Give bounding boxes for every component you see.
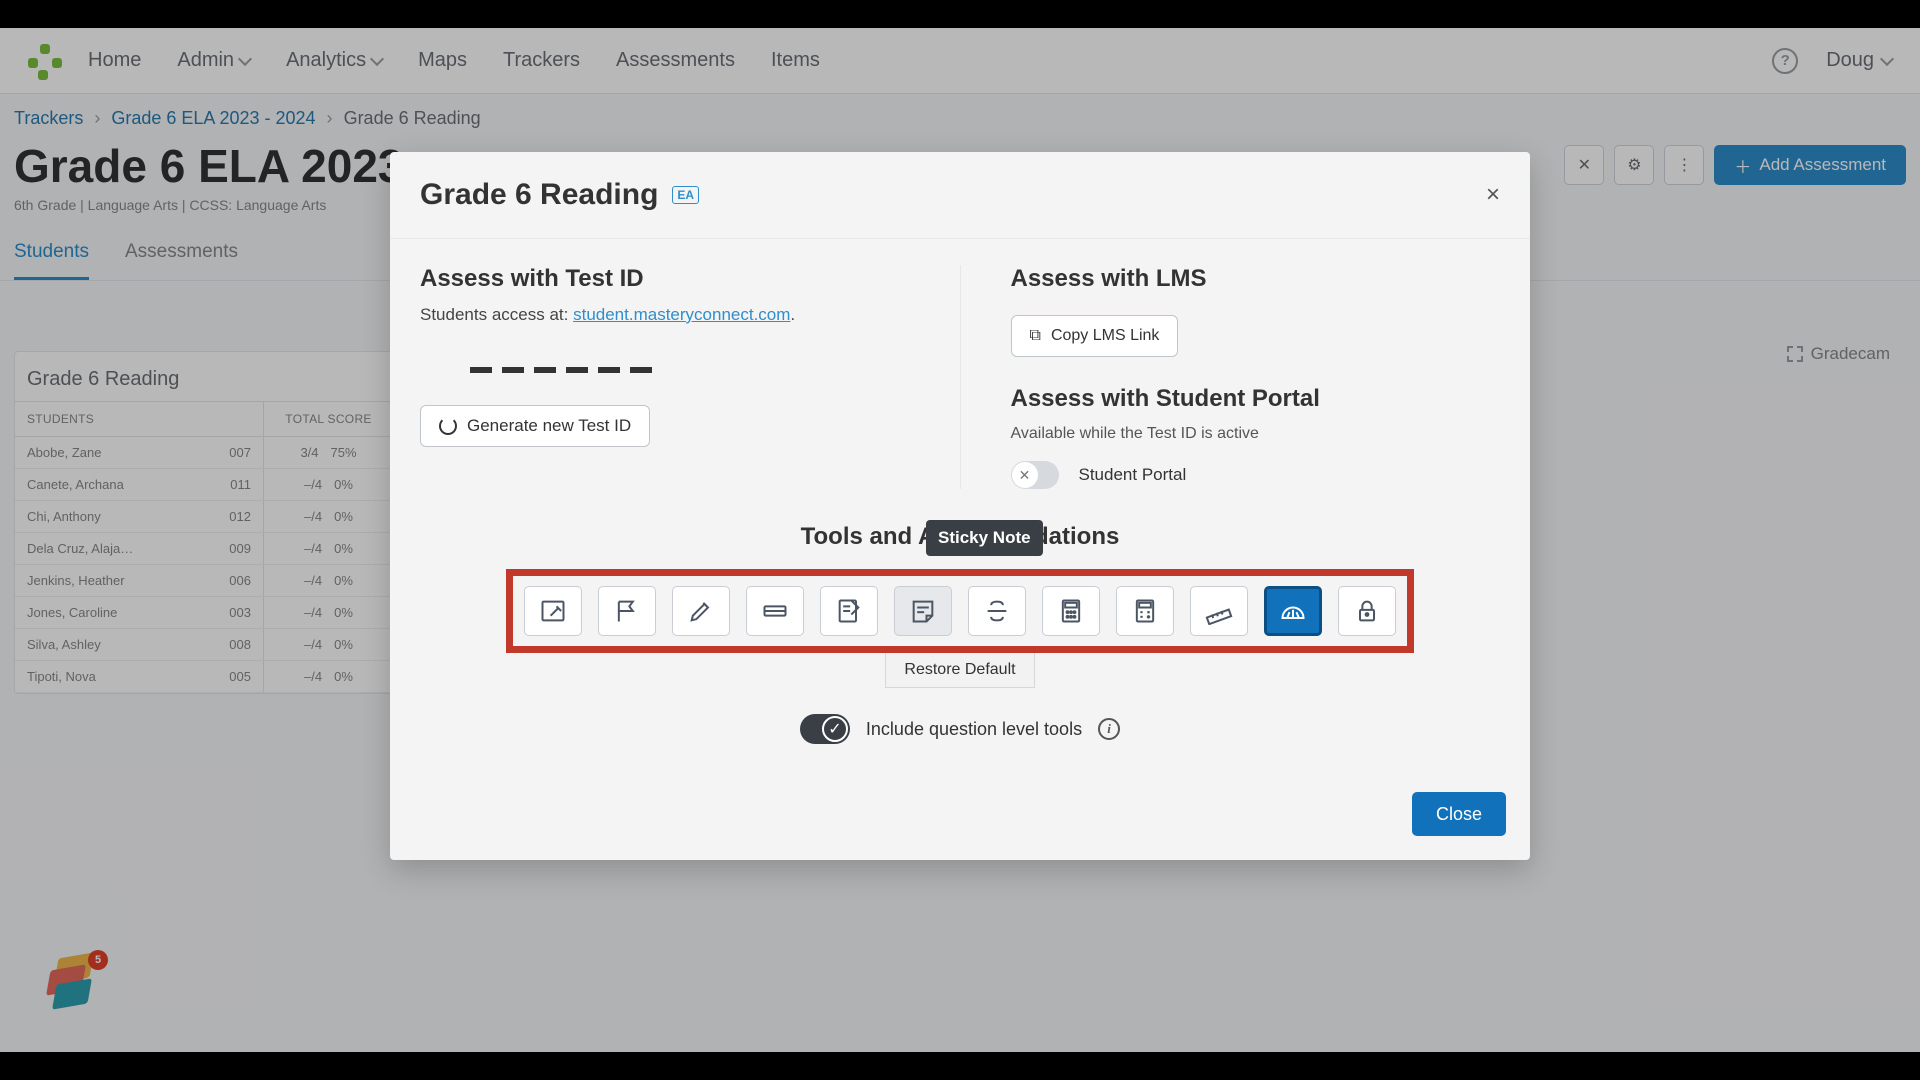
tool-lock[interactable] bbox=[1338, 586, 1396, 636]
assess-portal-heading: Assess with Student Portal bbox=[1011, 385, 1501, 413]
student-portal-toggle[interactable]: ✕ Student Portal bbox=[1011, 461, 1501, 489]
assess-portal-sub: Available while the Test ID is active bbox=[1011, 425, 1501, 443]
include-question-tools-toggle[interactable]: ✓ bbox=[800, 714, 850, 744]
info-icon[interactable]: i bbox=[1098, 718, 1120, 740]
tool-scientific-calculator[interactable] bbox=[1042, 586, 1100, 636]
tool-sticky-note[interactable] bbox=[894, 586, 952, 636]
generate-test-id-button[interactable]: Generate new Test ID bbox=[420, 405, 650, 447]
tool-notepad[interactable] bbox=[820, 586, 878, 636]
copy-lms-link-button[interactable]: ⧉ Copy LMS Link bbox=[1011, 315, 1179, 357]
tool-flag[interactable] bbox=[598, 586, 656, 636]
test-id-placeholder bbox=[420, 367, 910, 373]
assessment-settings-modal: Grade 6 Reading EA × Assess with Test ID… bbox=[390, 152, 1530, 860]
sticky-note-tooltip: Sticky Note bbox=[926, 520, 1043, 556]
restore-default-button[interactable]: Restore Default bbox=[885, 653, 1034, 688]
tool-answer-masking[interactable] bbox=[524, 586, 582, 636]
copy-icon: ⧉ bbox=[1030, 327, 1041, 345]
tools-highlight-box bbox=[506, 569, 1414, 653]
close-button[interactable]: Close bbox=[1412, 792, 1506, 836]
assess-test-id-text: Students access at: student.masteryconne… bbox=[420, 305, 910, 325]
close-icon[interactable]: × bbox=[1486, 181, 1500, 209]
student-access-link[interactable]: student.masteryconnect.com bbox=[573, 305, 790, 324]
assess-test-id-heading: Assess with Test ID bbox=[420, 265, 910, 293]
check-icon: ✓ bbox=[822, 716, 848, 742]
tool-line-reader[interactable] bbox=[746, 586, 804, 636]
tool-strikethrough[interactable] bbox=[968, 586, 1026, 636]
tool-protractor[interactable] bbox=[1264, 586, 1322, 636]
ea-badge: EA bbox=[672, 186, 699, 204]
assess-lms-heading: Assess with LMS bbox=[1011, 265, 1501, 293]
include-label: Include question level tools bbox=[866, 719, 1082, 740]
tools-heading: Tools and Accommodations Sticky Note bbox=[390, 523, 1530, 551]
modal-title: Grade 6 Reading bbox=[420, 178, 658, 212]
refresh-icon bbox=[439, 417, 457, 435]
tool-highlighter[interactable] bbox=[672, 586, 730, 636]
tool-ruler[interactable] bbox=[1190, 586, 1248, 636]
tool-basic-calculator[interactable] bbox=[1116, 586, 1174, 636]
